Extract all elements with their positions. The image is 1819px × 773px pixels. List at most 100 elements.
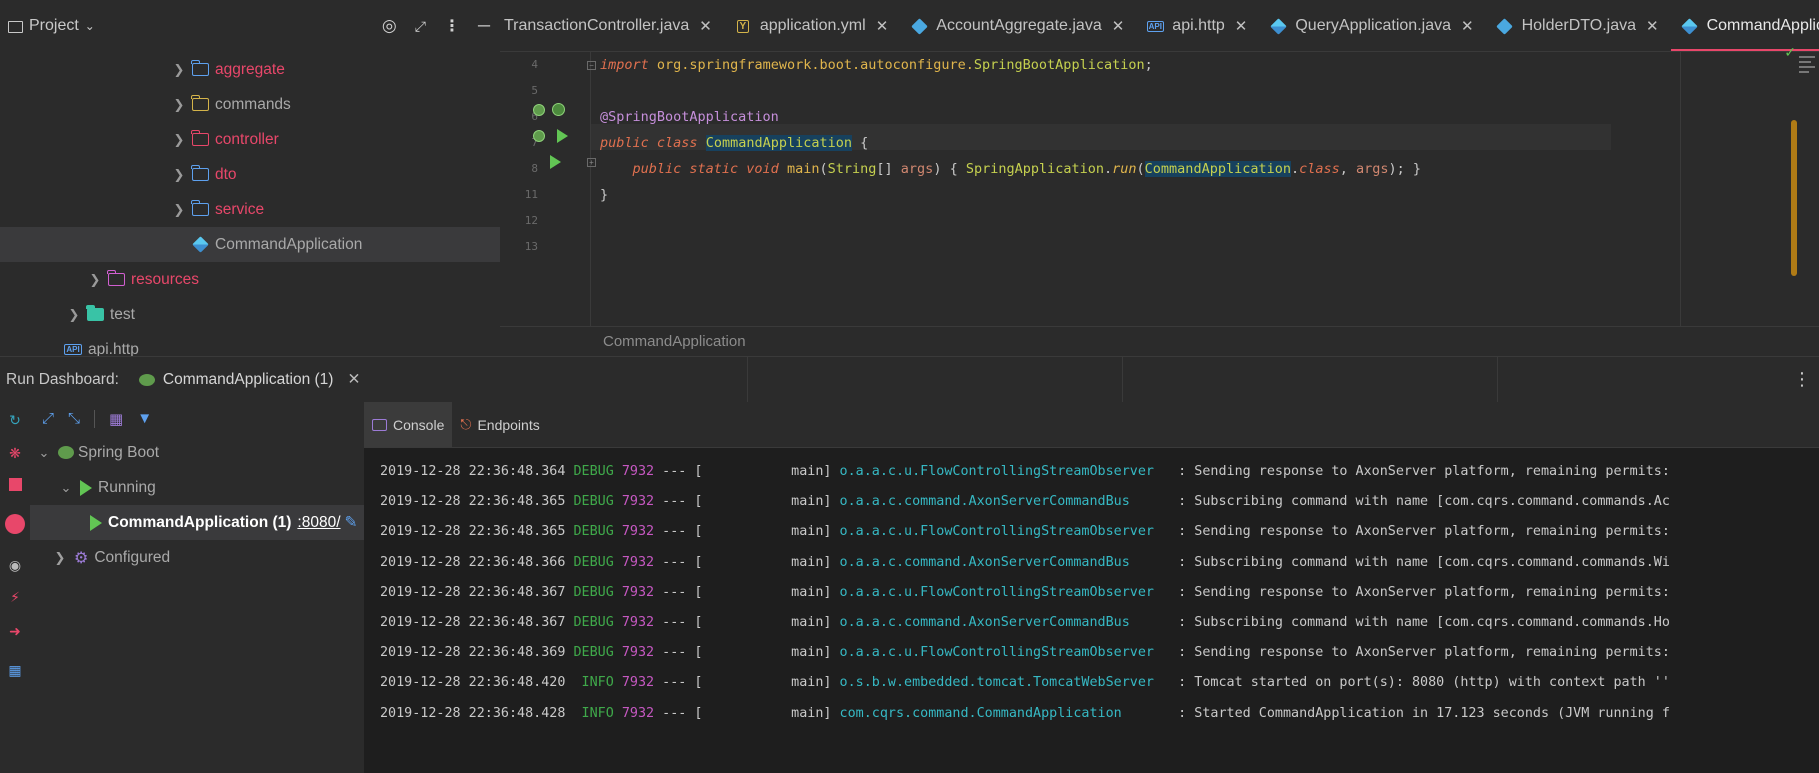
test-folder-icon	[85, 305, 104, 322]
exit-icon[interactable]: ➜	[5, 621, 25, 641]
chevron-right-icon[interactable]: ❯	[171, 132, 187, 148]
log-sep: --- [	[662, 584, 792, 600]
tab-application-yml[interactable]: Y application.yml ✕	[724, 0, 900, 51]
tab-label: TransactionController.java	[504, 17, 690, 34]
project-view-selector[interactable]: Project ⌄	[8, 17, 95, 35]
fold-icon[interactable]: +	[587, 158, 596, 167]
tree-node-commandapplication[interactable]: CommandApplication (1) :8080/ ✎	[30, 505, 364, 540]
close-icon[interactable]: ✕	[347, 370, 360, 389]
run-icon	[90, 514, 102, 531]
code-minimap[interactable]	[1797, 52, 1817, 82]
tree-item-aggregate[interactable]: ❯ aggregate	[0, 52, 500, 87]
close-icon[interactable]: ✕	[1235, 17, 1248, 35]
camera-icon[interactable]: ◉	[5, 555, 25, 575]
console-output[interactable]: 2019-12-28 22:36:48.364 DEBUG 7932 --- […	[364, 452, 1819, 773]
chevron-right-icon[interactable]: ❯	[66, 307, 82, 323]
close-icon[interactable]: ✕	[876, 17, 889, 35]
tree-item-test[interactable]: ❯ test	[0, 297, 500, 332]
run-main-icon[interactable]	[550, 155, 561, 169]
collapse-icon[interactable]: ⤢	[415, 18, 426, 35]
editor-tab-bar: TransactionController.java ✕ Y applicati…	[500, 0, 1819, 52]
tree-node-label: Configured	[94, 548, 171, 566]
tab-accountaggregate[interactable]: AccountAggregate.java ✕	[900, 0, 1136, 51]
tree-item-service[interactable]: ❯ service	[0, 192, 500, 227]
tree-item-commandapplication[interactable]: CommandApplication	[0, 227, 500, 262]
code-content[interactable]: import org.springframework.boot.autoconf…	[600, 52, 1710, 326]
log-pid: 7932	[621, 584, 663, 600]
tree-item-label: dto	[215, 165, 237, 183]
chevron-right-icon[interactable]: ❯	[171, 97, 187, 113]
run-tab-commandapplication[interactable]: CommandApplication (1) ✕	[138, 370, 360, 389]
log-level: DEBUG	[573, 464, 622, 479]
hide-panel-icon[interactable]: ─	[478, 16, 490, 36]
chevron-down-icon[interactable]: ⌄	[36, 445, 52, 461]
log-thread: main]	[791, 464, 840, 479]
close-icon[interactable]: ✕	[699, 17, 712, 35]
line-number: 13	[524, 240, 538, 253]
tab-label: CommandApplication.java	[1706, 17, 1819, 34]
expand-all-icon[interactable]: ⤢	[42, 410, 54, 427]
tab-commandapplication[interactable]: CommandApplication.java ✕	[1670, 0, 1819, 51]
stop-icon[interactable]	[5, 474, 25, 494]
more-options-icon[interactable]: ⋮	[1793, 369, 1811, 390]
tree-item-dto[interactable]: ❯ dto	[0, 157, 500, 192]
group-by-icon[interactable]: ▦	[109, 410, 123, 428]
spring-leaf-icon[interactable]	[552, 103, 565, 116]
log-sep: --- [	[662, 705, 792, 721]
scrollbar-thumb[interactable]	[1791, 120, 1797, 276]
log-pid: 7932	[621, 554, 663, 570]
tab-endpoints[interactable]: ⎋ Endpoints	[452, 402, 547, 447]
log-message: : Sending response to AxonServer platfor…	[1178, 645, 1670, 661]
tab-console[interactable]: Console	[364, 402, 453, 447]
log-message: : Sending response to AxonServer platfor…	[1178, 464, 1670, 479]
divider	[94, 409, 96, 428]
code-editor[interactable]: 4 5 6 7 8 11 12 13 − + import org.spring…	[500, 44, 1819, 356]
chevron-right-icon[interactable]: ❯	[52, 550, 68, 566]
port-link[interactable]: :8080/	[297, 514, 340, 532]
layout-icon[interactable]: ▦	[5, 660, 25, 680]
pencil-icon[interactable]: ✎	[345, 513, 358, 532]
chevron-down-icon[interactable]: ⌄	[58, 480, 74, 496]
close-icon[interactable]: ✕	[1461, 17, 1474, 35]
tab-holderdto[interactable]: HolderDTO.java ✕	[1486, 0, 1671, 51]
api-icon: API	[1146, 20, 1164, 32]
close-icon[interactable]: ✕	[1112, 17, 1125, 35]
debug-icon[interactable]: ❋	[5, 443, 25, 463]
log-time: 2019-12-28 22:36:48.364	[380, 464, 574, 479]
chevron-right-icon[interactable]: ❯	[171, 62, 187, 78]
resources-folder-icon	[106, 270, 125, 287]
search-bean-icon[interactable]	[533, 104, 545, 116]
tab-queryapplication[interactable]: QueryApplication.java ✕	[1259, 0, 1485, 51]
more-options-icon[interactable]: ⋮	[444, 16, 460, 36]
chevron-right-icon[interactable]: ❯	[87, 272, 103, 288]
tree-item-label: test	[110, 305, 135, 323]
folder-gear-icon	[190, 130, 209, 147]
log-pid: 7932	[621, 675, 663, 691]
group-services-icon[interactable]	[5, 514, 25, 534]
tree-node-running[interactable]: ⌄ Running	[30, 470, 364, 505]
tree-item-api-http[interactable]: API api.http	[0, 332, 500, 356]
plug-icon[interactable]: ⚡	[5, 587, 25, 607]
tree-node-configured[interactable]: ❯ ⚙ Configured	[30, 540, 364, 575]
filter-icon[interactable]: ▼	[137, 410, 152, 427]
tree-node-spring-boot[interactable]: ⌄ Spring Boot	[30, 435, 364, 470]
log-pid: 7932	[621, 524, 663, 540]
tree-item-controller[interactable]: ❯ controller	[0, 122, 500, 157]
target-icon[interactable]: ◎	[382, 16, 397, 36]
close-icon[interactable]: ✕	[1646, 17, 1659, 35]
code-line-8: public static void main(String[] args) {…	[632, 161, 1422, 177]
run-class-icon[interactable]	[557, 129, 568, 143]
tree-item-resources[interactable]: ❯ resources	[0, 262, 500, 297]
collapse-all-icon[interactable]: ⤡	[68, 410, 80, 427]
rerun-icon[interactable]: ↻	[5, 410, 25, 430]
fold-icon[interactable]: −	[587, 61, 596, 70]
chevron-right-icon[interactable]: ❯	[171, 202, 187, 218]
tree-item-commands[interactable]: ❯ commands	[0, 87, 500, 122]
log-message: : Tomcat started on port(s): 8080 (http)…	[1178, 675, 1670, 691]
tab-api-http[interactable]: API api.http ✕	[1136, 0, 1259, 51]
chevron-right-icon[interactable]: ❯	[171, 167, 187, 183]
tab-transactioncontroller[interactable]: TransactionController.java ✕	[502, 0, 724, 51]
spring-bean-icon[interactable]	[533, 130, 545, 142]
spring-class-icon	[1681, 17, 1699, 35]
breadcrumb[interactable]: CommandApplication	[603, 333, 746, 350]
